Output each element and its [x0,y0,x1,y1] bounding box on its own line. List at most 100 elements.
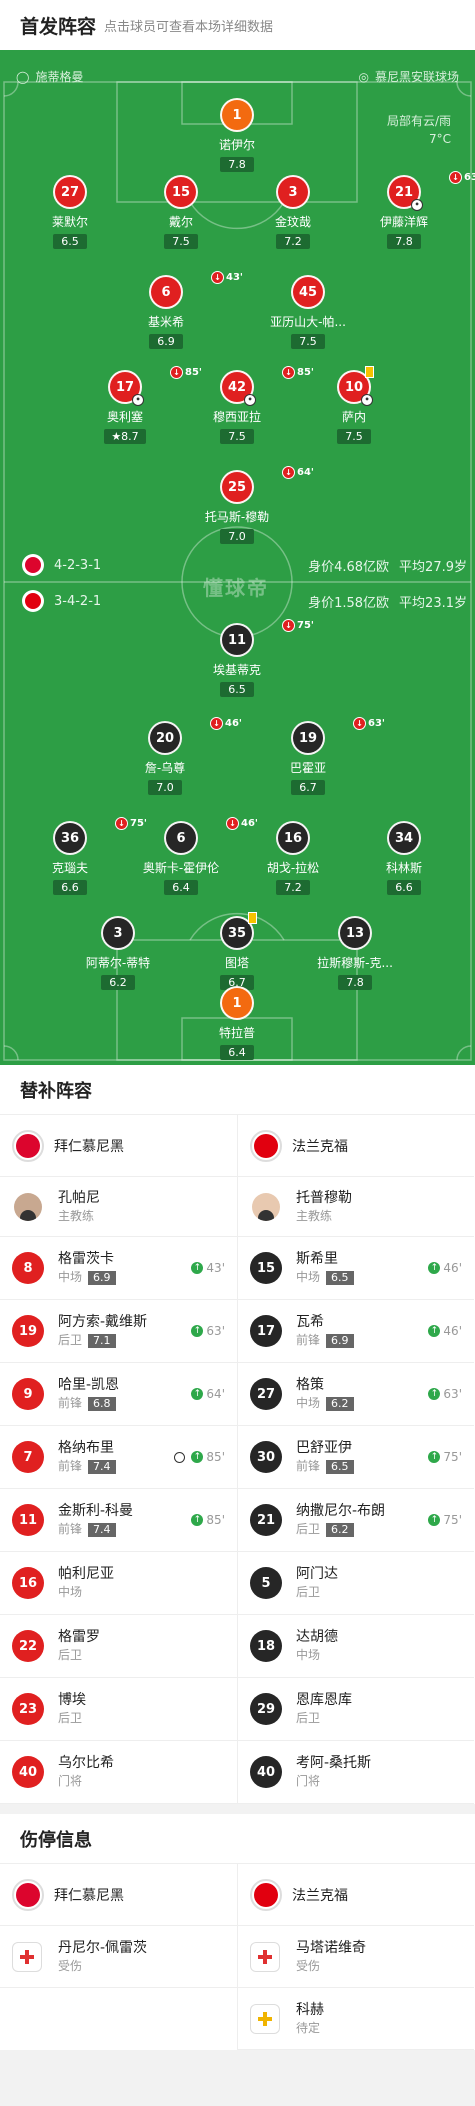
player-number: 21↓63'• [387,171,475,211]
player-name: 胡戈-拉松 [266,861,320,875]
pitch-player[interactable]: 13 拉斯穆斯-克... 7.8 [300,916,410,990]
sub-player-row[interactable]: 22 格雷罗 后卫 [0,1615,237,1678]
player-number: 30 [250,1441,282,1473]
player-position: 后卫 [296,1711,321,1725]
away-team-logo [250,1129,282,1162]
away-team-logo [250,1878,282,1911]
pitch-player[interactable]: 15 戴尔 7.5 [126,175,236,249]
player-number: 11 [12,1504,44,1536]
player-name: 格纳布里 [58,1440,114,1456]
sub-off-icon: ↓ [353,717,366,730]
player-name: 格雷罗 [58,1629,100,1645]
player-number: 42 ↓ 85' • [220,366,314,406]
injury-status: 受伤 [58,1958,83,1973]
sub-player-row[interactable]: 16 帕利尼亚 中场 [0,1552,237,1615]
sub-on-icon: ↑ [428,1262,441,1274]
sub-player-row[interactable]: 40 乌尔比希 门将 [0,1741,237,1804]
sub-on-icon: ↑ [191,1451,204,1463]
sub-off-icon: ↓ [211,271,224,284]
injury-row[interactable]: 马塔诺维奇 受伤 [238,1926,474,1988]
ball-icon: • [361,394,373,406]
subs-home-team[interactable]: 拜仁慕尼黑 [0,1115,237,1177]
pitch-player[interactable]: 1 诺伊尔 7.8 [182,98,292,172]
pitch-player[interactable]: 34 科林斯 6.6 [349,821,459,895]
pitch-player[interactable]: 17 ↓ 85' • 奥利塞 ★8.7 [70,366,202,444]
sub-player-row[interactable]: 29 恩库恩库 后卫 [238,1678,474,1741]
player-position: 后卫 [296,1522,321,1536]
sub-player-row[interactable]: 5 阿门达 后卫 [238,1552,474,1615]
sub-minute: 46' [225,718,242,729]
pitch-player[interactable]: 16 胡戈-拉松 7.2 [238,821,348,895]
player-name: 拉斯穆斯-克... [317,956,393,970]
sub-player-row[interactable]: 9 哈里-凯恩 前锋 6.8 ↑ 64' [0,1363,237,1426]
home-coach[interactable]: 孔帕尼 主教练 [0,1177,237,1237]
pitch-player[interactable]: 6 ↓ 43' 基米希 6.9 [111,271,243,349]
injury-row[interactable]: 科赫 待定 [238,1988,474,2050]
sub-player-row[interactable]: 11 金斯利-科曼 前锋 7.4 ↑ 85' [0,1489,237,1552]
sub-minute: 85' [206,1450,225,1464]
pitch-player[interactable]: 25 ↓ 64' 托马斯-穆勒 7.0 [182,466,314,544]
player-rating: 6.2 [326,1396,354,1411]
player-rating: 6.4 [220,1045,254,1060]
page-title: 首发阵容 [20,15,97,38]
player-name: 丹尼尔-佩雷茨 [58,1939,148,1956]
pitch-player[interactable]: 10 • 萨内 7.5 [299,366,409,444]
player-number: 8 [12,1252,44,1284]
player-position: 后卫 [58,1648,83,1662]
sub-player-row[interactable]: 27 格策 中场 6.2 ↑ 63' [238,1363,474,1426]
player-number: 40 [250,1756,282,1788]
pitch-player[interactable]: 36 ↓ 75' 克瑙夫 6.6 [15,817,147,895]
stadium-icon: ◎ [358,69,369,84]
pitch-player[interactable]: 27 莱默尔 6.5 [15,175,125,249]
player-name: 诺伊尔 [218,138,255,152]
pitch-player[interactable]: 6 ↓ 46' 奥斯卡-霍伊伦 6.4 [126,817,258,895]
pitch-player[interactable]: 3 阿蒂尔-蒂特 6.2 [63,916,173,990]
player-number: 11 ↓ 75' [220,619,314,657]
sub-player-row[interactable]: 40 考阿-桑托斯 门将 [238,1741,474,1804]
player-name: 格雷茨卡 [58,1251,114,1267]
sub-off-icon: ↓ [449,171,462,184]
sub-on-indicator: ↑ 75' [428,1513,462,1527]
sub-player-row[interactable]: 23 博埃 后卫 [0,1678,237,1741]
sub-player-row[interactable]: 7 格纳布里 前锋 7.4 ↑ 85' [0,1426,237,1489]
player-rating: 7.5 [164,234,198,249]
sub-player-row[interactable]: 17 瓦希 前锋 6.9 ↑ 46' [238,1300,474,1363]
player-rating: 6.2 [326,1522,354,1537]
player-number: 5 [250,1567,282,1599]
player-rating: 7.1 [88,1333,116,1348]
sub-player-row[interactable]: 15 斯希里 中场 6.5 ↑ 46' [238,1237,474,1300]
sub-on-icon: ↑ [191,1388,204,1400]
player-number: 17 [250,1315,282,1347]
player-number: 15 [164,175,198,209]
pitch-player[interactable]: 19 ↓ 63' 巴霍亚 6.7 [253,717,385,795]
pitch-player[interactable]: 20 ↓ 46' 詹-乌尊 7.0 [110,717,242,795]
player-name: 莱默尔 [51,215,88,229]
pitch-player[interactable]: 42 ↓ 85' • 穆西亚拉 7.5 [182,366,314,444]
injury-home-team[interactable]: 拜仁慕尼黑 [0,1864,237,1926]
player-rating: 7.4 [88,1459,116,1474]
sub-player-row[interactable]: 30 巴舒亚伊 前锋 6.5 ↑ 75' [238,1426,474,1489]
sub-player-row[interactable]: 18 达胡德 中场 [238,1615,474,1678]
sub-off-indicator: ↓ 64' [282,466,314,479]
sub-minute: 64' [206,1387,225,1401]
player-number: 1 [220,986,254,1020]
player-name: 马塔诺维奇 [296,1939,366,1956]
subs-away-team[interactable]: 法兰克福 [238,1115,474,1177]
pitch-player[interactable]: 11 ↓ 75' 埃基蒂克 6.5 [182,619,314,697]
injury-away-team[interactable]: 法兰克福 [238,1864,474,1926]
subs-away-column: 法兰克福 托普穆勒 主教练 15 斯希里 中场 6.5 ↑ 46' 17 瓦希 前锋 6.9 ↑ 46'… [237,1115,474,1804]
pitch-player[interactable]: 1 特拉普 6.4 [182,986,292,1060]
player-number: 34 [387,821,421,855]
sub-player-row[interactable]: 21 纳撒尼尔-布朗 后卫 6.2 ↑ 75' [238,1489,474,1552]
sub-off-indicator: ↓ 75' [282,619,314,632]
sub-player-row[interactable]: 19 阿方索-戴维斯 后卫 7.1 ↑ 63' [0,1300,237,1363]
injury-row[interactable]: 丹尼尔-佩雷茨 受伤 [0,1926,237,1988]
sub-player-row[interactable]: 8 格雷茨卡 中场 6.9 ↑ 43' [0,1237,237,1300]
pitch-player[interactable]: 21↓63'•伊藤洋辉7.8 [349,171,475,249]
pitch-player[interactable]: 3 金玟哉 7.2 [238,175,348,249]
pitch-player[interactable]: 35 图塔 6.7 [182,912,292,990]
player-rating: 7.2 [276,880,310,895]
sub-off-icon: ↓ [210,717,223,730]
pitch-player[interactable]: 45 亚历山大-帕... 7.5 [253,275,363,349]
away-coach[interactable]: 托普穆勒 主教练 [238,1177,474,1237]
